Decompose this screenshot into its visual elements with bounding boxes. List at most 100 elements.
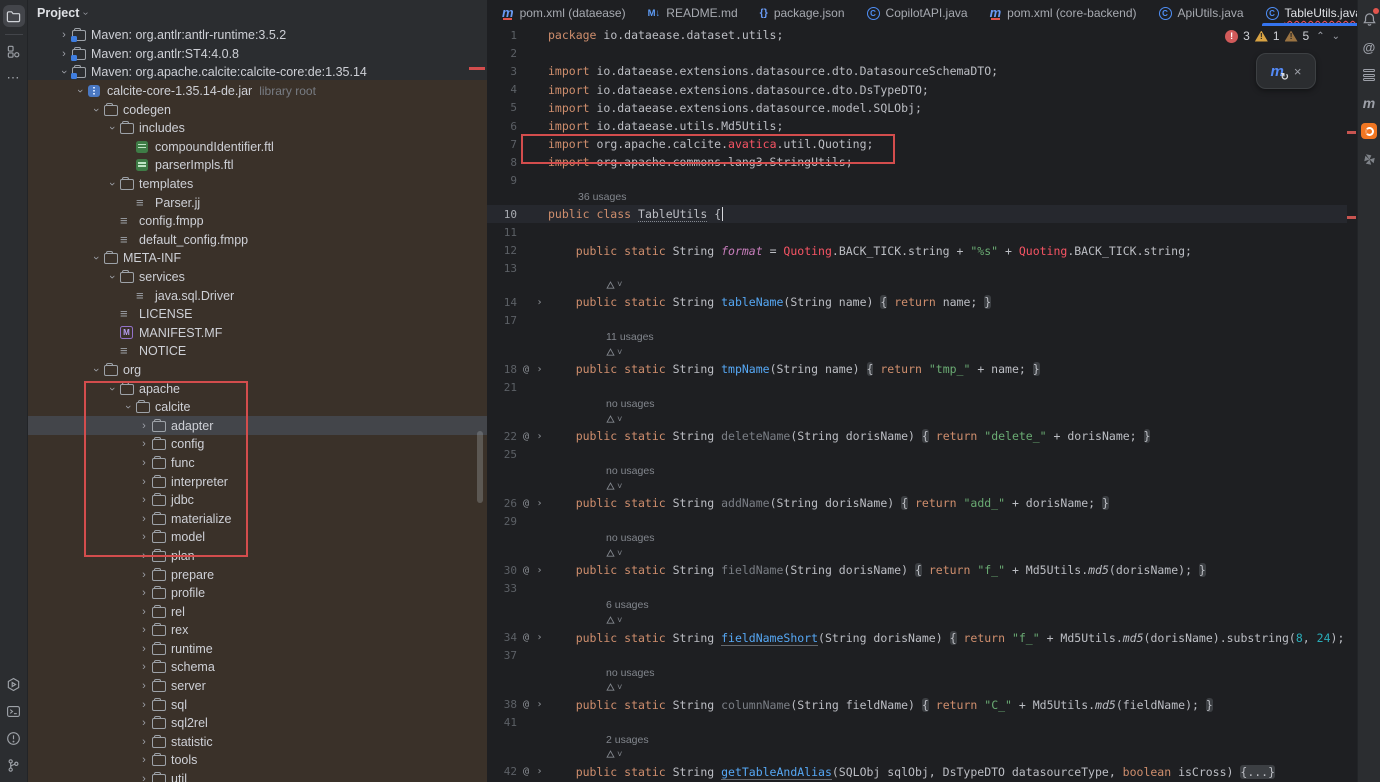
tree-item-compoundidentifier-ftl[interactable]: compoundIdentifier.ftl [27, 138, 487, 157]
error-stripe[interactable] [1347, 131, 1356, 134]
ai-codelens-icon[interactable]: ˅ [606, 280, 622, 290]
tree-item-manifest-mf[interactable]: MMANIFEST.MF [27, 324, 487, 343]
fold-arrow-icon[interactable]: › [533, 565, 546, 576]
ai-codelens-icon[interactable]: ˅ [606, 683, 622, 693]
chevron-right-icon[interactable]: › [136, 717, 152, 729]
next-problem-icon[interactable]: ⌄ [1332, 31, 1340, 42]
tree-item-config[interactable]: ›config [27, 435, 487, 454]
tree-item-profile[interactable]: ›profile [27, 584, 487, 603]
git-branch-icon[interactable] [3, 754, 25, 776]
chevron-right-icon[interactable]: › [136, 531, 152, 543]
tree-item-tools[interactable]: ›tools [27, 751, 487, 770]
chevron-right-icon[interactable]: › [136, 587, 152, 599]
chevron-right-icon[interactable]: › [136, 736, 152, 748]
project-folder-icon[interactable] [3, 5, 25, 27]
tree-item-parserimpls-ftl[interactable]: parserImpls.ftl [27, 156, 487, 175]
tree-item-calcite-core-1-35-14-de-jar[interactable]: ›calcite-core-1.35.14-de.jarlibrary root [27, 82, 487, 101]
annotation-gutter-icon[interactable]: @ [519, 632, 533, 643]
chevron-right-icon[interactable]: › [136, 606, 152, 618]
tree-item-util[interactable]: ›util [27, 770, 487, 782]
ai-codelens-icon[interactable]: ˅ [606, 616, 622, 626]
close-icon[interactable]: × [1294, 64, 1302, 79]
tree-item-func[interactable]: ›func [27, 454, 487, 473]
tree-item-schema[interactable]: ›schema [27, 658, 487, 677]
database-icon[interactable] [1360, 66, 1378, 84]
chevron-down-icon[interactable]: › [104, 383, 120, 395]
tab-copilotapi-java[interactable]: CCopilotAPI.java [856, 0, 979, 26]
tab-pom-xml-core-backend[interactable]: mpom.xml (core-backend) [979, 0, 1148, 26]
tree-item-maven-org-apache-calcite-calcite-core-de-1-35-14[interactable]: ›Maven: org.apache.calcite:calcite-core:… [27, 63, 487, 82]
ai-assistant-at-icon[interactable]: @ [1360, 38, 1378, 56]
tree-item-runtime[interactable]: ›runtime [27, 640, 487, 659]
tree-item-config-fmpp[interactable]: ≡config.fmpp [27, 212, 487, 231]
more-horizontal-icon[interactable]: ⋯ [3, 67, 25, 89]
fold-arrow-icon[interactable]: › [533, 431, 546, 442]
usages-inlay[interactable]: no usages [606, 398, 654, 410]
tree-item-license[interactable]: ≡LICENSE [27, 305, 487, 324]
previous-problem-icon[interactable]: ⌃ [1316, 31, 1324, 42]
fold-arrow-icon[interactable]: › [533, 364, 546, 375]
chevron-down-icon[interactable]: › [104, 178, 120, 190]
fold-arrow-icon[interactable]: › [533, 632, 546, 643]
tree-item-org[interactable]: ›org [27, 361, 487, 380]
ai-codelens-icon[interactable]: ˅ [606, 482, 622, 492]
chevron-right-icon[interactable]: › [136, 680, 152, 692]
fold-arrow-icon[interactable]: › [533, 766, 546, 777]
tree-item-meta-inf[interactable]: ›META-INF [27, 249, 487, 268]
tree-item-model[interactable]: ›model [27, 528, 487, 547]
error-stripe[interactable] [1347, 216, 1356, 219]
tree-item-notice[interactable]: ≡NOTICE [27, 342, 487, 361]
weak-warning-icon[interactable]: ! [1285, 31, 1298, 42]
tree-item-includes[interactable]: ›includes [27, 119, 487, 138]
usages-inlay[interactable]: 6 usages [606, 599, 649, 611]
chevron-down-icon[interactable]: › [72, 85, 88, 97]
tree-item-statistic[interactable]: ›statistic [27, 733, 487, 752]
tree-item-apache[interactable]: ›apache [27, 379, 487, 398]
tree-item-jdbc[interactable]: ›jdbc [27, 491, 487, 510]
annotation-gutter-icon[interactable]: @ [519, 565, 533, 576]
tree-item-rel[interactable]: ›rel [27, 602, 487, 621]
tab-readme-md[interactable]: M↓README.md [637, 0, 749, 26]
project-header[interactable]: Project › [27, 0, 487, 26]
tree-item-default-config-fmpp[interactable]: ≡default_config.fmpp [27, 231, 487, 250]
ai-codelens-icon[interactable]: ˅ [606, 750, 622, 760]
error-icon[interactable]: ! [1225, 30, 1238, 43]
terminal-icon[interactable] [3, 700, 25, 722]
chevron-right-icon[interactable]: › [136, 661, 152, 673]
chevron-right-icon[interactable]: › [136, 569, 152, 581]
tree-item-prepare[interactable]: ›prepare [27, 565, 487, 584]
annotation-gutter-icon[interactable]: @ [519, 766, 533, 777]
usages-inlay[interactable]: no usages [606, 465, 654, 477]
chevron-down-icon[interactable]: › [88, 364, 104, 376]
tree-item-maven-org-antlr-st4-4-0-8[interactable]: ›Maven: org.antlr:ST4:4.0.8 [27, 45, 487, 64]
chevron-down-icon[interactable]: › [120, 401, 136, 413]
tree-item-sql[interactable]: ›sql [27, 695, 487, 714]
annotation-gutter-icon[interactable]: @ [519, 498, 533, 509]
plugin-orange-icon[interactable] [1360, 122, 1378, 140]
chevron-right-icon[interactable]: › [136, 643, 152, 655]
ai-codelens-icon[interactable]: ˅ [606, 549, 622, 559]
inspections-widget[interactable]: ! 3 ! 1 ! 5 ⌃ ⌄ [1225, 29, 1340, 43]
chevron-right-icon[interactable]: › [136, 420, 152, 432]
chevron-right-icon[interactable]: › [56, 48, 72, 60]
tree-scrollbar[interactable] [477, 431, 483, 503]
tree-item-services[interactable]: ›services [27, 268, 487, 287]
annotation-gutter-icon[interactable]: @ [519, 364, 533, 375]
tree-item-interpreter[interactable]: ›interpreter [27, 472, 487, 491]
tab-pom-xml-dataease[interactable]: mpom.xml (dataease) [491, 0, 637, 26]
chevron-right-icon[interactable]: › [136, 513, 152, 525]
tree-item-adapter[interactable]: ›adapter [27, 416, 487, 435]
usages-inlay[interactable]: no usages [606, 667, 654, 679]
usages-inlay[interactable]: no usages [606, 532, 654, 544]
maven-refresh-icon[interactable]: m [1271, 63, 1284, 80]
chevron-right-icon[interactable]: › [136, 550, 152, 562]
tree-item-server[interactable]: ›server [27, 677, 487, 696]
chevron-right-icon[interactable]: › [136, 624, 152, 636]
plugin-pinwheel-icon[interactable] [1360, 150, 1378, 168]
tree-item-parser-jj[interactable]: ≡Parser.jj [27, 193, 487, 212]
chevron-right-icon[interactable]: › [136, 773, 152, 782]
chevron-right-icon[interactable]: › [136, 699, 152, 711]
chevron-right-icon[interactable]: › [136, 754, 152, 766]
fold-arrow-icon[interactable]: › [533, 498, 546, 509]
tree-item-java-sql-driver[interactable]: ≡java.sql.Driver [27, 286, 487, 305]
